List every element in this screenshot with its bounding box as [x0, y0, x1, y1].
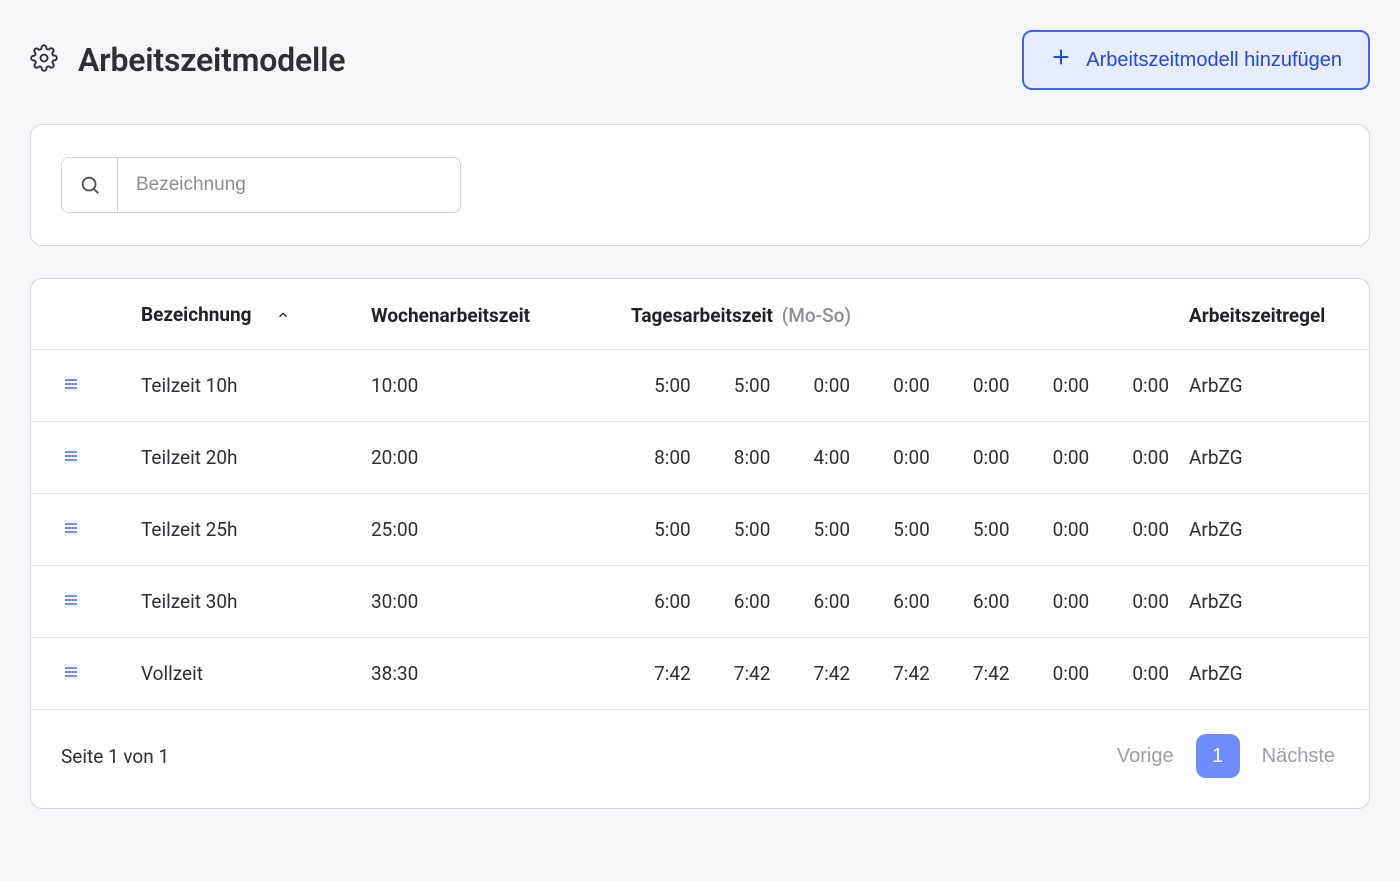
- row-day-0: 7:42: [621, 638, 701, 710]
- col-name-label: Bezeichnung: [141, 303, 252, 326]
- row-name: Teilzeit 30h: [131, 566, 361, 638]
- row-day-3: 6:00: [860, 566, 940, 638]
- row-name: Teilzeit 20h: [131, 422, 361, 494]
- table-row[interactable]: Teilzeit 20h20:008:008:004:000:000:000:0…: [31, 422, 1369, 494]
- row-day-6: 0:00: [1099, 638, 1179, 710]
- row-day-4: 0:00: [940, 350, 1020, 422]
- row-week: 25:00: [361, 494, 621, 566]
- row-day-3: 0:00: [860, 350, 940, 422]
- row-name: Teilzeit 25h: [131, 494, 361, 566]
- page-title-wrap: Arbeitszeitmodelle: [30, 41, 345, 79]
- menu-icon: [61, 374, 81, 397]
- col-rule[interactable]: Arbeitszeitregel: [1179, 279, 1369, 350]
- row-week: 10:00: [361, 350, 621, 422]
- row-day-2: 6:00: [780, 566, 860, 638]
- row-day-1: 7:42: [701, 638, 781, 710]
- row-day-3: 7:42: [860, 638, 940, 710]
- col-handle: [31, 279, 131, 350]
- row-rule: ArbZG: [1179, 350, 1369, 422]
- row-drag-handle[interactable]: [31, 350, 131, 422]
- row-day-5: 0:00: [1020, 350, 1100, 422]
- chevron-up-icon: [276, 304, 290, 327]
- row-day-0: 5:00: [621, 494, 701, 566]
- row-day-6: 0:00: [1099, 422, 1179, 494]
- row-day-6: 0:00: [1099, 566, 1179, 638]
- row-day-0: 5:00: [621, 350, 701, 422]
- table-row[interactable]: Teilzeit 30h30:006:006:006:006:006:000:0…: [31, 566, 1369, 638]
- row-drag-handle[interactable]: [31, 566, 131, 638]
- row-day-5: 0:00: [1020, 494, 1100, 566]
- row-day-2: 0:00: [780, 350, 860, 422]
- row-day-4: 6:00: [940, 566, 1020, 638]
- row-day-0: 6:00: [621, 566, 701, 638]
- row-rule: ArbZG: [1179, 422, 1369, 494]
- page-status: Seite 1 von 1: [61, 745, 169, 768]
- row-day-3: 5:00: [860, 494, 940, 566]
- row-drag-handle[interactable]: [31, 638, 131, 710]
- menu-icon: [61, 662, 81, 685]
- row-name: Vollzeit: [131, 638, 361, 710]
- col-rule-label: Arbeitszeitregel: [1189, 304, 1325, 327]
- row-week: 30:00: [361, 566, 621, 638]
- gear-icon: [30, 44, 58, 76]
- row-day-6: 0:00: [1099, 350, 1179, 422]
- row-day-3: 0:00: [860, 422, 940, 494]
- row-day-1: 5:00: [701, 350, 781, 422]
- row-week: 38:30: [361, 638, 621, 710]
- row-day-2: 4:00: [780, 422, 860, 494]
- menu-icon: [61, 518, 81, 541]
- col-week-label: Wochenarbeitszeit: [371, 304, 530, 327]
- row-rule: ArbZG: [1179, 566, 1369, 638]
- row-day-2: 5:00: [780, 494, 860, 566]
- row-drag-handle[interactable]: [31, 422, 131, 494]
- pager-page-1[interactable]: 1: [1196, 734, 1240, 778]
- search-icon: [62, 158, 118, 212]
- col-week[interactable]: Wochenarbeitszeit: [361, 279, 621, 350]
- search-panel: [30, 124, 1370, 246]
- pager-next[interactable]: Nächste: [1258, 739, 1339, 774]
- row-week: 20:00: [361, 422, 621, 494]
- row-drag-handle[interactable]: [31, 494, 131, 566]
- row-day-5: 0:00: [1020, 422, 1100, 494]
- row-rule: ArbZG: [1179, 494, 1369, 566]
- search-input[interactable]: [118, 158, 460, 212]
- menu-icon: [61, 446, 81, 469]
- table-row[interactable]: Teilzeit 10h10:005:005:000:000:000:000:0…: [31, 350, 1369, 422]
- add-working-time-model-button[interactable]: Arbeitszeitmodell hinzufügen: [1022, 30, 1370, 90]
- table-footer: Seite 1 von 1 Vorige 1 Nächste: [31, 710, 1369, 808]
- row-day-5: 0:00: [1020, 566, 1100, 638]
- pager-prev[interactable]: Vorige: [1113, 739, 1178, 774]
- row-name: Teilzeit 10h: [131, 350, 361, 422]
- row-day-5: 0:00: [1020, 638, 1100, 710]
- add-button-label: Arbeitszeitmodell hinzufügen: [1086, 49, 1342, 72]
- menu-icon: [61, 590, 81, 613]
- pager: Vorige 1 Nächste: [1113, 734, 1339, 778]
- row-rule: ArbZG: [1179, 638, 1369, 710]
- table-row[interactable]: Teilzeit 25h25:005:005:005:005:005:000:0…: [31, 494, 1369, 566]
- table-row[interactable]: Vollzeit38:307:427:427:427:427:420:000:0…: [31, 638, 1369, 710]
- working-time-models-table: Bezeichnung Wochenarbeitszeit Tagesarbei…: [30, 278, 1370, 809]
- row-day-1: 8:00: [701, 422, 781, 494]
- table-header-row: Bezeichnung Wochenarbeitszeit Tagesarbei…: [31, 279, 1369, 350]
- row-day-4: 5:00: [940, 494, 1020, 566]
- col-name[interactable]: Bezeichnung: [131, 279, 361, 350]
- col-day-suffix: (Mo-So): [782, 304, 851, 327]
- row-day-0: 8:00: [621, 422, 701, 494]
- page-title: Arbeitszeitmodelle: [78, 41, 345, 79]
- page-header: Arbeitszeitmodelle Arbeitszeitmodell hin…: [30, 30, 1370, 90]
- row-day-4: 0:00: [940, 422, 1020, 494]
- row-day-2: 7:42: [780, 638, 860, 710]
- row-day-1: 6:00: [701, 566, 781, 638]
- col-day-label: Tagesarbeitszeit: [631, 304, 773, 327]
- search-box: [61, 157, 461, 213]
- row-day-6: 0:00: [1099, 494, 1179, 566]
- col-day[interactable]: Tagesarbeitszeit (Mo-So): [621, 279, 1179, 350]
- row-day-4: 7:42: [940, 638, 1020, 710]
- plus-icon: [1050, 46, 1072, 74]
- row-day-1: 5:00: [701, 494, 781, 566]
